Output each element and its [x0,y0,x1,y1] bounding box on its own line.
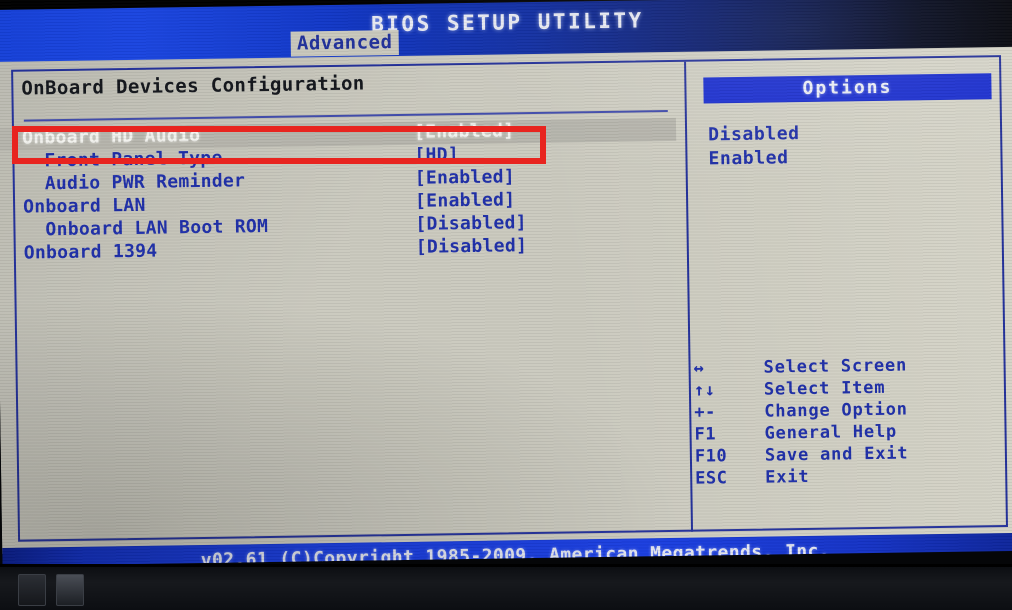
option-item[interactable]: Enabled [708,143,988,171]
setting-label: Audio PWR Reminder [44,170,246,195]
f10-key-icon: F10 [694,446,728,467]
up-down-arrow-icon: ↑↓ [693,380,716,401]
setting-value[interactable]: [Disabled] [416,235,528,258]
crt-screen: BIOS SETUP UTILITY Advanced OnBoard Devi… [0,0,1012,566]
monitor-button-power[interactable] [56,574,84,606]
key-legend-description: Change Option [764,399,908,422]
esc-key-icon: ESC [695,468,728,489]
plus-minus-icon: +- [694,402,716,423]
monitor-bezel [0,564,1012,610]
monitor-photo-scene: BIOS SETUP UTILITY Advanced OnBoard Devi… [0,0,1012,610]
tab-advanced[interactable]: Advanced [290,30,399,57]
setting-value[interactable]: [Enabled] [415,166,516,188]
setting-label: Onboard LAN Boot ROM [45,215,269,241]
key-legend-description: Exit [765,466,810,488]
options-panel-header: Options [703,73,992,104]
key-legend: ↔ Select Screen ↑↓ Select Item +- Change Opti… [0,355,908,500]
setting-label: Onboard LAN [22,194,146,218]
key-legend-description: Select Screen [763,355,908,378]
bios-body: OnBoard Devices Configuration Onboard HD… [0,46,1012,554]
annotation-rectangle [12,126,546,164]
f1-key-icon: F1 [694,424,717,445]
setting-label: Onboard 1394 [23,240,158,264]
monitor-button-left[interactable] [18,574,46,606]
options-value-list: Disabled Enabled [708,119,989,171]
page-title: BIOS SETUP UTILITY [370,8,644,37]
setting-value[interactable]: [Disabled] [415,212,527,235]
key-legend-description: Select Item [763,377,886,400]
key-legend-description: General Help [764,421,898,444]
key-legend-description: Save and Exit [764,443,909,466]
setting-value[interactable]: [Enabled] [415,189,516,211]
left-right-arrow-icon: ↔ [693,358,705,379]
